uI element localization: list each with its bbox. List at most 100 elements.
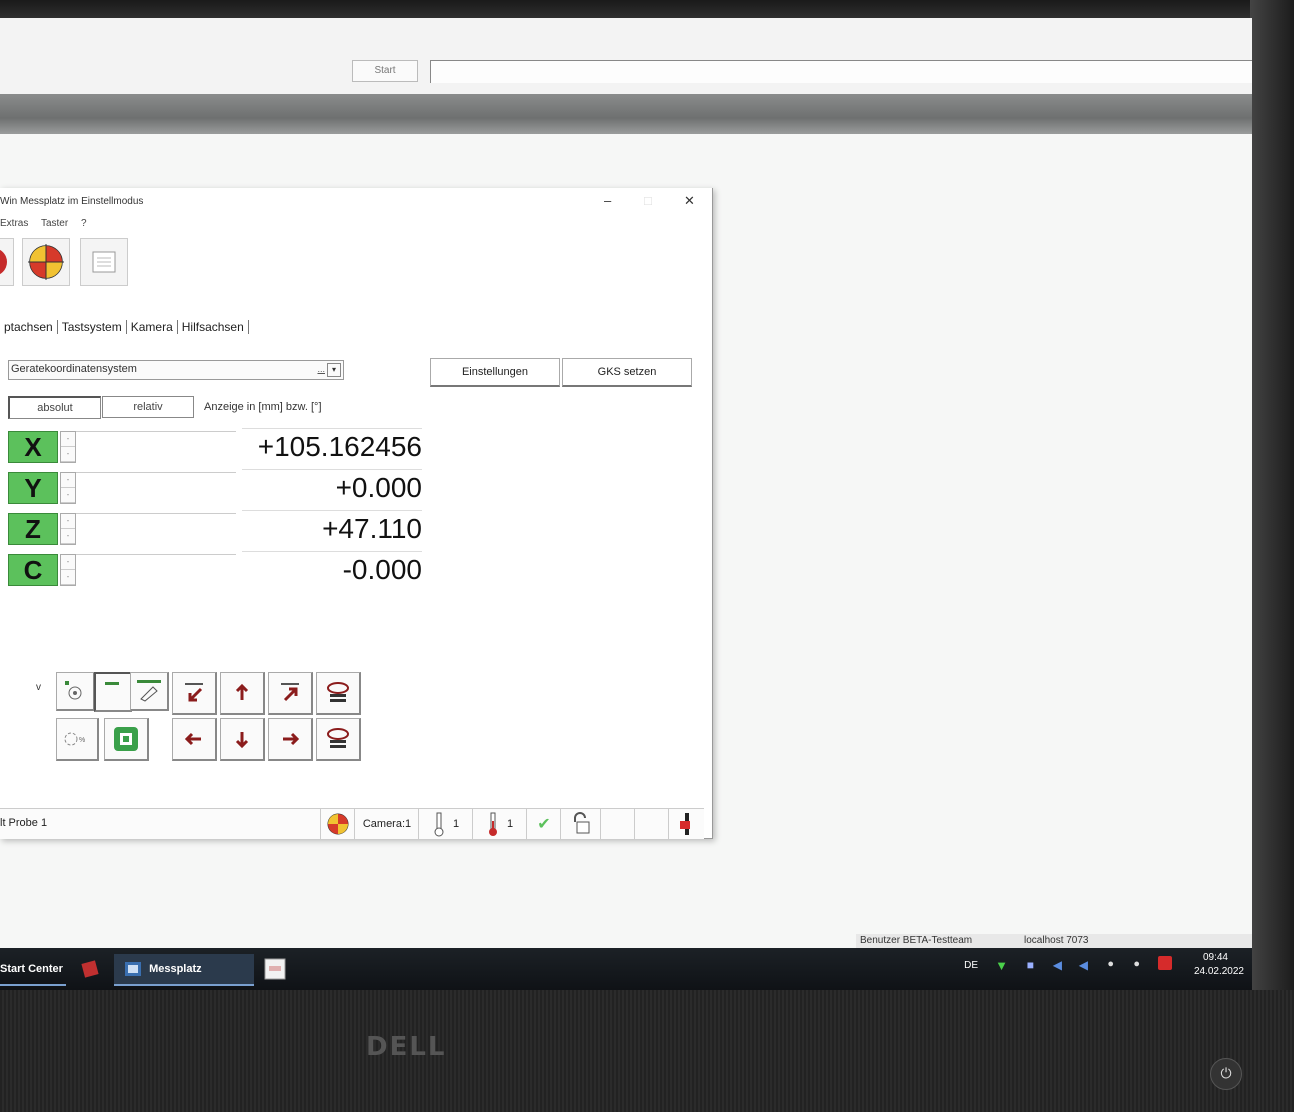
panel-layout-icon[interactable] (80, 238, 128, 286)
tab-tastsystem[interactable]: Tastsystem (58, 320, 127, 334)
probe-status: lt Probe 1 (0, 817, 48, 829)
header-band (0, 94, 1252, 134)
app-toolbar: Start (0, 18, 1252, 94)
jog-up-icon[interactable] (220, 672, 265, 715)
rotate-ccw-icon[interactable] (316, 718, 361, 761)
network-icon[interactable]: ▼ (995, 958, 1008, 973)
axis-spinner[interactable]: -- (60, 431, 76, 463)
monitor-brand-logo: DELL (366, 1032, 447, 1062)
tab-bar: ptachsen Tastsystem Kamera Hilfsachsen (0, 320, 249, 334)
user-status: Benutzer BETA-Testteam (860, 935, 973, 946)
chevron-down-icon[interactable]: ▾ (327, 363, 341, 377)
axis-letter[interactable]: Y (8, 472, 58, 504)
temperature-value: 1 (506, 818, 514, 830)
crosshair-target-icon[interactable] (320, 809, 355, 839)
speaker-icon[interactable]: ◀ (1053, 958, 1062, 972)
jog-left-icon[interactable] (172, 718, 217, 761)
screen: Start Win Messplatz im Einstellmodus – □… (0, 18, 1252, 990)
axis-target-field[interactable] (76, 431, 236, 462)
user-icon[interactable]: ● (1107, 958, 1114, 970)
coordinate-system-select[interactable]: Geratekoordinatensystem ... ▾ (8, 360, 344, 380)
stop-icon[interactable]: P (0, 238, 14, 286)
alert-icon[interactable] (1158, 956, 1172, 970)
close-button[interactable]: ✕ (684, 193, 695, 209)
user-icon[interactable]: ● (1133, 958, 1140, 970)
tab-hilfsachsen[interactable]: Hilfsachsen (178, 320, 249, 334)
clock-date[interactable]: 24.02.2022 (1194, 966, 1244, 977)
axis-letter[interactable]: Z (8, 513, 58, 545)
language-indicator[interactable]: DE (964, 960, 978, 971)
tab-hauptachsen[interactable]: ptachsen (0, 320, 58, 334)
axis-value: -0.000 (242, 551, 422, 588)
axis-row-c: C -- -0.000 (8, 551, 428, 587)
gks-setzen-button[interactable]: GKS setzen (562, 358, 692, 387)
axis-value: +0.000 (242, 469, 422, 506)
rotation-speed-icon[interactable]: % (56, 718, 99, 761)
axis-spinner[interactable]: -- (60, 513, 76, 545)
minimize-button[interactable]: – (604, 193, 611, 208)
crosshair-target-icon[interactable] (22, 238, 70, 286)
taskbar-messplatz[interactable]: Messplatz (114, 954, 254, 986)
axis-row-z: Z -- +47.110 (8, 510, 428, 546)
unit-label: Anzeige in [mm] bzw. [°] (204, 401, 322, 413)
command-input[interactable] (430, 60, 1252, 83)
surface-mode-icon[interactable] (94, 672, 132, 712)
power-icon[interactable]: ⏻ (1210, 1058, 1242, 1090)
chevron-down-icon[interactable]: v (36, 682, 41, 693)
axis-row-x: X -- +105.162456 (8, 428, 428, 464)
empty-status-cell (634, 809, 669, 839)
coordinate-system-browse[interactable]: ... (317, 364, 325, 374)
svg-text:%: % (79, 737, 85, 744)
coordinate-system-value: Geratekoordinatensystem (11, 363, 137, 375)
probe-tool-icon[interactable] (130, 672, 169, 711)
clock-time[interactable]: 09:44 (1203, 952, 1228, 963)
tray-app-icon[interactable]: ■ (1027, 958, 1034, 972)
jog-down-icon[interactable] (220, 718, 265, 761)
axis-target-field[interactable] (76, 472, 236, 503)
window-title: Win Messplatz im Einstellmodus (0, 196, 144, 207)
axis-target-field[interactable] (76, 554, 236, 585)
home-position-icon[interactable] (104, 718, 149, 761)
axis-value: +47.110 (242, 510, 422, 547)
menu-help[interactable]: ? (81, 218, 87, 229)
axis-value: +105.162456 (242, 428, 422, 465)
menu-taster[interactable]: Taster (41, 218, 68, 229)
rotate-cw-icon[interactable] (316, 672, 361, 715)
axis-letter[interactable]: X (8, 431, 58, 463)
check-icon: ✔ (526, 809, 561, 839)
app-status-bar: Benutzer BETA-Testteam localhost 7073 (856, 934, 1252, 948)
relativ-button[interactable]: relativ (102, 396, 194, 418)
host-status: localhost 7073 (1024, 935, 1089, 946)
axis-letter[interactable]: C (8, 554, 58, 586)
window-status-bar: lt Probe 1 Camera:1 1 1 ✔ (0, 808, 704, 839)
jog-right-icon[interactable] (268, 718, 313, 761)
temperature-sensor-1: 1 (418, 809, 473, 839)
taskbar: Start Center Messplatz DE ▼ ■ ◀ ◀ ● ● 09… (0, 948, 1252, 990)
speaker-icon[interactable]: ◀ (1079, 958, 1088, 972)
document-app-icon[interactable] (264, 954, 288, 984)
menu-bar: Extras Taster ? (0, 218, 97, 229)
probe-camera-icon[interactable] (56, 672, 95, 711)
maximize-button[interactable]: □ (644, 193, 652, 208)
axis-target-field[interactable] (76, 513, 236, 544)
axis-spinner[interactable]: -- (60, 554, 76, 586)
menu-extras[interactable]: Extras (0, 218, 28, 229)
axis-spinner[interactable]: -- (60, 472, 76, 504)
monitor-bezel-right (1250, 0, 1294, 1000)
unlock-icon[interactable] (560, 809, 601, 839)
messplatz-window: Win Messplatz im Einstellmodus – □ ✕ Ext… (0, 188, 713, 839)
start-button[interactable]: Start (352, 60, 418, 82)
absolut-button[interactable]: absolut (8, 396, 101, 419)
empty-status-cell (600, 809, 635, 839)
book-icon[interactable] (80, 954, 102, 984)
tab-kamera[interactable]: Kamera (127, 320, 178, 334)
temperature-sensor-2: 1 (472, 809, 527, 839)
einstellungen-button[interactable]: Einstellungen (430, 358, 560, 387)
taskbar-messplatz-label: Messplatz (149, 963, 202, 975)
jog-down-left-icon[interactable] (172, 672, 217, 715)
jog-up-right-icon[interactable] (268, 672, 313, 715)
emergency-stop-icon[interactable] (668, 809, 703, 839)
axis-row-y: Y -- +0.000 (8, 469, 428, 505)
monitor-bezel-bottom (0, 990, 1294, 1112)
taskbar-start-center[interactable]: Start Center (0, 954, 66, 986)
